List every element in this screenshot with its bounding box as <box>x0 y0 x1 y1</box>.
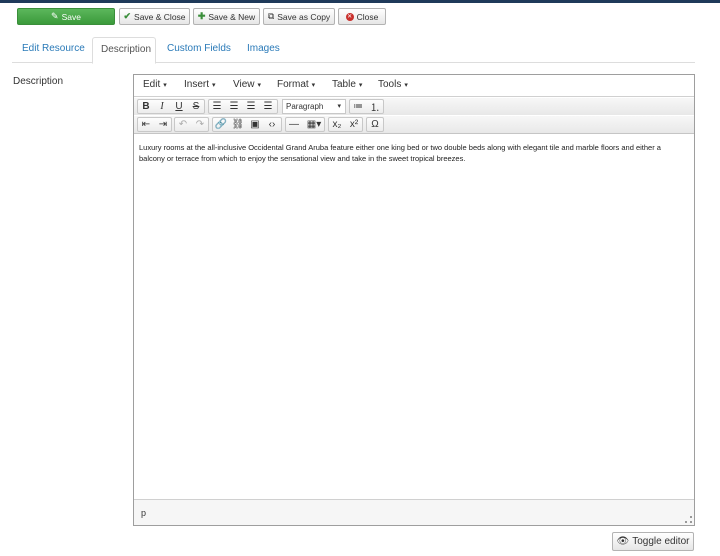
align-justify-icon[interactable]: ☰ <box>260 99 276 114</box>
editor-toolbar-row-1: B I U S ☰ ☰ ☰ ☰ Paragraph ▾ ≔ ⒈ <box>134 98 694 115</box>
save-new-label: Save & New <box>208 11 256 22</box>
save-copy-label: Save as Copy <box>277 11 331 22</box>
editor-menubar: Edit ▾ Insert ▾ View ▾ Format ▾ Table ▾ Tools… <box>134 75 694 97</box>
close-label: Close <box>356 11 379 22</box>
plus-icon: ✚ <box>197 11 206 21</box>
menu-tools[interactable]: Tools ▾ <box>378 79 408 90</box>
caret-down-icon: ▾ <box>337 103 341 110</box>
caret-down-icon: ▾ <box>257 82 262 89</box>
element-path[interactable]: p <box>141 508 146 518</box>
horizontal-rule-icon[interactable]: — <box>286 117 302 132</box>
undo-icon[interactable]: ↶ <box>175 117 191 132</box>
editor-toolbar-row-2: ⇤ ⇥ ↶ ↷ 🔗 ⛓ ▣ ‹› — ▦▾ x₂ x² Ω <box>134 116 694 134</box>
image-icon[interactable]: ▣ <box>247 117 263 132</box>
description-field-label: Description <box>13 76 64 87</box>
copy-icon: ⧉ <box>267 11 275 21</box>
format-select[interactable]: Paragraph ▾ <box>282 99 346 114</box>
strikethrough-icon[interactable]: S <box>188 99 204 114</box>
outdent-icon[interactable]: ⇤ <box>138 117 154 132</box>
toggle-editor-label: Toggle editor <box>632 536 690 547</box>
save-close-button[interactable]: ✔ Save & Close <box>119 8 190 25</box>
indent-icon[interactable]: ⇥ <box>155 117 171 132</box>
unlink-icon[interactable]: ⛓ <box>230 117 246 132</box>
tab-images[interactable]: Images <box>239 37 288 63</box>
bullet-list-icon[interactable]: ≔ <box>350 99 366 114</box>
tab-edit-resource[interactable]: Edit Resource <box>14 37 93 63</box>
save-close-label: Save & Close <box>134 11 186 22</box>
eye-icon: 👁 <box>616 536 630 547</box>
underline-icon[interactable]: U <box>171 99 187 114</box>
menu-format[interactable]: Format ▾ <box>277 79 315 90</box>
tab-bar: Edit Resource Description Custom Fields … <box>12 37 695 64</box>
tab-description[interactable]: Description <box>92 37 156 64</box>
caret-down-icon: ▾ <box>404 82 408 89</box>
numbered-list-icon[interactable]: ⒈ <box>367 99 383 114</box>
top-header-bar <box>0 0 720 3</box>
code-icon[interactable]: ‹› <box>264 117 280 132</box>
caret-down-icon: ▾ <box>311 82 316 89</box>
resize-handle-icon[interactable] <box>685 516 692 523</box>
menu-view[interactable]: View ▾ <box>233 79 261 90</box>
align-center-icon[interactable]: ☰ <box>226 99 242 114</box>
caret-down-icon: ▾ <box>163 82 167 89</box>
close-button[interactable]: ✕ Close <box>338 8 386 25</box>
special-character-icon[interactable]: Ω <box>367 117 383 132</box>
editor-statusbar: p <box>134 499 694 525</box>
save-label: Save <box>61 11 81 22</box>
redo-icon[interactable]: ↷ <box>192 117 208 132</box>
tab-custom-fields[interactable]: Custom Fields <box>159 37 239 63</box>
rich-text-editor: Edit ▾ Insert ▾ View ▾ Format ▾ Table ▾ Tools… <box>133 74 695 526</box>
bold-icon[interactable]: B <box>138 99 154 114</box>
caret-down-icon: ▾ <box>212 82 216 89</box>
subscript-icon[interactable]: x₂ <box>329 117 345 132</box>
superscript-icon[interactable]: x² <box>346 117 362 132</box>
check-icon: ✔ <box>123 11 132 21</box>
align-left-icon[interactable]: ☰ <box>209 99 225 114</box>
menu-edit[interactable]: Edit ▾ <box>143 79 167 90</box>
link-icon[interactable]: 🔗 <box>213 117 229 132</box>
menu-insert[interactable]: Insert ▾ <box>184 79 216 90</box>
save-button[interactable]: ✎ Save <box>17 8 115 25</box>
close-icon: ✕ <box>345 12 354 21</box>
save-new-button[interactable]: ✚ Save & New <box>193 8 260 25</box>
edit-icon: ✎ <box>51 11 59 21</box>
save-copy-button[interactable]: ⧉ Save as Copy <box>263 8 335 25</box>
italic-icon[interactable]: I <box>154 99 170 114</box>
editor-content[interactable]: Luxury rooms at the all-inclusive Occide… <box>139 143 684 164</box>
align-right-icon[interactable]: ☰ <box>243 99 259 114</box>
caret-down-icon: ▾ <box>358 82 363 89</box>
menu-table[interactable]: Table ▾ <box>332 79 362 90</box>
toggle-editor-button[interactable]: 👁 Toggle editor <box>612 532 694 551</box>
table-icon[interactable]: ▦▾ <box>304 117 324 132</box>
